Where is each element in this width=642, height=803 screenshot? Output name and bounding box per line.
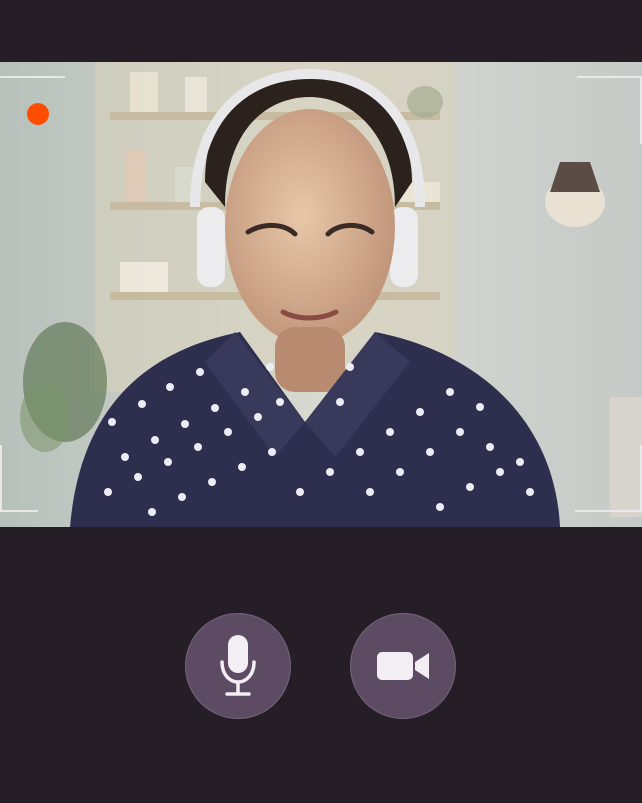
camera-button[interactable]	[350, 613, 456, 719]
microphone-icon	[219, 634, 257, 698]
video-camera-icon	[376, 648, 430, 684]
video-call-screen	[0, 0, 642, 803]
participant-video	[0, 62, 642, 527]
viewfinder-corner-bottom-left	[0, 445, 38, 512]
recording-indicator	[27, 103, 49, 125]
viewfinder-corner-top-right	[577, 76, 642, 144]
microphone-button[interactable]	[185, 613, 291, 719]
viewfinder-corner-top-left	[0, 76, 65, 78]
viewfinder-corner-bottom-right	[575, 445, 642, 512]
